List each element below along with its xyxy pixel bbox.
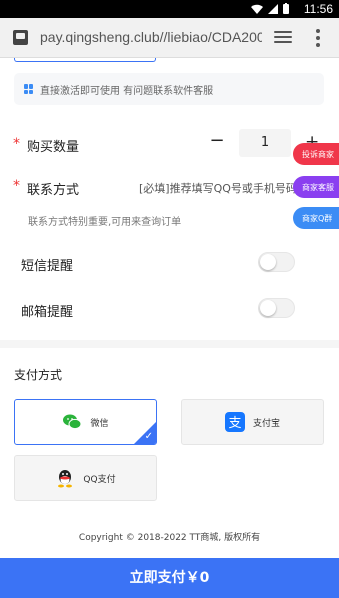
- email-reminder-label: 邮箱提醒: [21, 305, 74, 320]
- notice-text: 直接激活即可使用 有问题联系软件客服: [40, 85, 214, 97]
- sms-reminder-toggle[interactable]: [258, 252, 295, 272]
- site-favicon-icon: [13, 30, 28, 45]
- payment-option-wechat[interactable]: 微信 ✓: [14, 399, 157, 445]
- more-options-icon[interactable]: [316, 29, 320, 47]
- check-icon: ✓: [144, 431, 153, 442]
- required-asterisk: *: [13, 136, 20, 152]
- required-asterisk: *: [13, 178, 20, 194]
- quantity-decrease-button[interactable]: −: [209, 132, 225, 150]
- alipay-icon: 支: [224, 412, 245, 432]
- section-divider: [0, 340, 339, 348]
- status-icons: [251, 3, 289, 14]
- complain-seller-button[interactable]: 投诉商家: [293, 143, 339, 165]
- svg-text:支: 支: [228, 416, 241, 431]
- payment-method-title: 支付方式: [14, 368, 63, 382]
- wechat-icon: [62, 412, 82, 432]
- quantity-input[interactable]: 1: [239, 129, 291, 157]
- contact-hint: 联系方式特别重要,可用来查询订单: [28, 217, 182, 228]
- partial-input-field[interactable]: [14, 58, 156, 62]
- quantity-label: 购买数量: [27, 140, 80, 155]
- payment-option-alipay[interactable]: 支 支付宝: [181, 399, 324, 445]
- notice-banner: 直接激活即可使用 有问题联系软件客服: [14, 73, 324, 105]
- email-reminder-toggle[interactable]: [258, 298, 295, 318]
- seller-support-button[interactable]: 商家客服: [293, 176, 339, 198]
- status-time: 11:56: [303, 2, 333, 16]
- signal-icon: [268, 3, 278, 14]
- payment-option-qq[interactable]: QQ支付: [14, 455, 157, 501]
- status-bar: 11:56: [0, 0, 339, 18]
- tabs-menu-icon[interactable]: [274, 31, 292, 45]
- payment-option-label: QQ支付: [83, 474, 116, 485]
- payment-option-label: 微信: [90, 418, 109, 429]
- contact-label: 联系方式: [27, 183, 80, 198]
- sms-reminder-label: 短信提醒: [21, 259, 74, 274]
- order-form: 直接激活即可使用 有问题联系软件客服 * 购买数量 − 1 + * 联系方式 […: [0, 58, 339, 558]
- payment-option-label: 支付宝: [252, 418, 280, 429]
- apps-grid-icon: [24, 84, 34, 94]
- browser-url-bar[interactable]: pay.qingsheng.club//liebiao/CDA200: [0, 18, 339, 58]
- pay-now-button[interactable]: 立即支付￥0: [0, 558, 339, 598]
- wifi-icon: [251, 4, 263, 14]
- url-text[interactable]: pay.qingsheng.club//liebiao/CDA200: [40, 29, 262, 45]
- battery-icon: [283, 3, 289, 14]
- copyright-text: Copyright © 2018-2022 TT商城, 版权所有: [78, 533, 261, 543]
- seller-qq-group-button[interactable]: 商家Q群: [293, 207, 339, 229]
- qq-icon: [55, 468, 75, 488]
